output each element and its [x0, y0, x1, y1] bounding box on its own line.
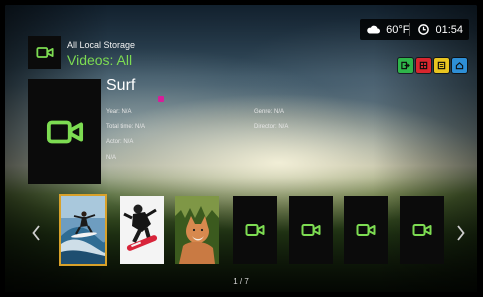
extra-field: N/A — [106, 155, 117, 161]
page-indicator: 1 / 7 — [233, 277, 249, 286]
thumbnail-video-7[interactable] — [400, 196, 444, 264]
total-time-field: Total time: N/A — [106, 124, 146, 130]
thumbnail-video-5[interactable] — [289, 196, 333, 264]
thumbnail-video-4[interactable] — [233, 196, 277, 264]
source-icon-box[interactable] — [28, 36, 61, 69]
fox-photo — [175, 196, 219, 264]
menu-icon — [437, 61, 446, 70]
thumbnail-snowboarder[interactable] — [120, 196, 164, 264]
red-key-button[interactable] — [416, 58, 431, 73]
exit-icon — [401, 61, 410, 70]
thumbnail-fox[interactable] — [175, 196, 219, 264]
view-title: Videos: All — [67, 52, 133, 68]
home-icon — [455, 62, 464, 70]
video-camera-icon — [46, 120, 83, 143]
previous-arrow[interactable] — [31, 224, 41, 242]
green-key-button[interactable] — [398, 58, 413, 73]
source-label: All Local Storage — [67, 40, 136, 50]
surfer-photo — [61, 196, 105, 264]
thumbnail-surfer[interactable] — [59, 194, 107, 266]
next-arrow[interactable] — [456, 224, 466, 242]
media-browser-screen: 60°F 01:54 All Local Storage Videos: All — [5, 5, 477, 292]
blue-key-button[interactable] — [452, 58, 467, 73]
video-camera-icon — [301, 224, 321, 236]
rating-indicator — [158, 96, 164, 102]
yellow-key-button[interactable] — [434, 58, 449, 73]
grid-icon — [419, 61, 428, 70]
status-divider — [409, 23, 411, 36]
media-title: Surf — [106, 77, 136, 94]
video-camera-icon — [412, 224, 432, 236]
video-camera-icon — [245, 224, 265, 236]
color-key-bar — [398, 58, 467, 73]
poster-placeholder — [28, 79, 101, 184]
chevron-left-icon — [32, 225, 40, 241]
time-readout: 01:54 — [435, 23, 463, 36]
clock-icon — [418, 24, 430, 35]
temperature-readout: 60°F — [386, 23, 410, 36]
snowboarder-photo — [120, 196, 164, 264]
genre-field: Genre: N/A — [254, 109, 285, 115]
director-field: Director: N/A — [254, 124, 289, 130]
status-bar: 60°F 01:54 — [360, 19, 469, 40]
thumbnail-video-6[interactable] — [344, 196, 388, 264]
cloud-icon — [367, 25, 381, 34]
year-field: Year: N/A — [106, 109, 132, 115]
video-camera-icon — [35, 47, 54, 58]
chevron-right-icon — [457, 225, 465, 241]
video-camera-icon — [356, 224, 376, 236]
actor-field: Actor: N/A — [106, 139, 134, 145]
